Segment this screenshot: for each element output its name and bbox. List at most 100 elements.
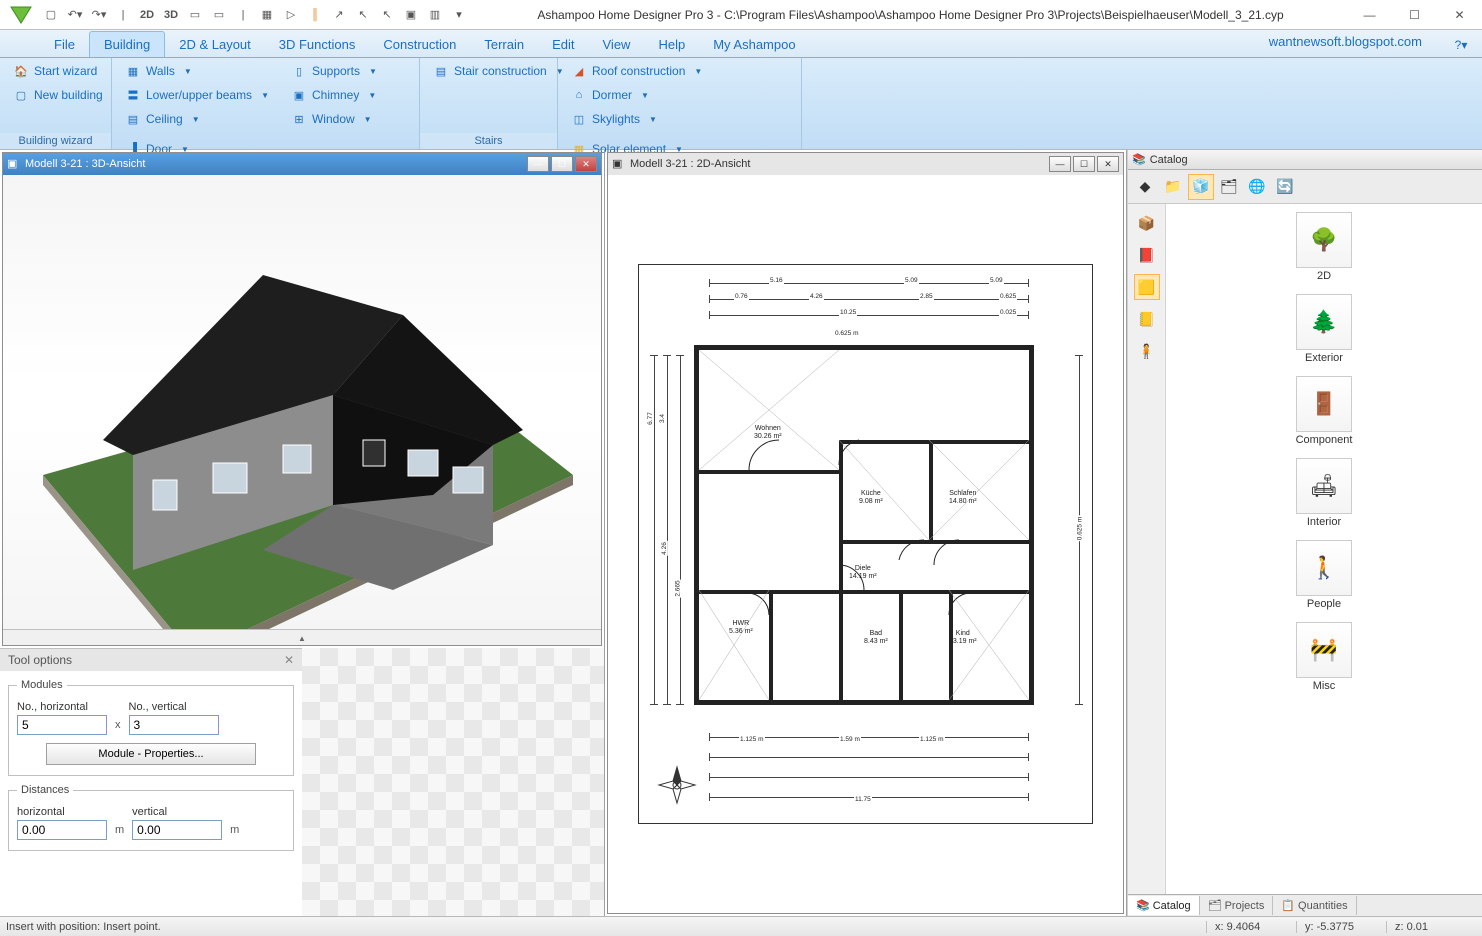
tab-edit[interactable]: Edit (538, 32, 588, 57)
catalog-side-0-icon[interactable]: 📦 (1134, 210, 1160, 236)
catalog-item-people[interactable]: 🚶People (1279, 540, 1369, 610)
catalog-item-exterior[interactable]: 🌲Exterior (1279, 294, 1369, 364)
graph-icon[interactable]: ↗ (328, 4, 350, 26)
compass-icon (657, 765, 697, 805)
chimney-button[interactable]: ▣Chimney▼ (284, 84, 384, 106)
catalog-item-interior[interactable]: 🛋Interior (1279, 458, 1369, 528)
tool-options-title: Tool options ✕ (0, 649, 302, 671)
view-2d-titlebar[interactable]: ▣ Modell 3-21 : 2D-Ansicht — ☐ ✕ (608, 153, 1123, 175)
catalog-tool-3-icon[interactable]: 🗂 (1216, 174, 1242, 200)
stair-construction-button[interactable]: ▤Stair construction▼ (426, 60, 571, 82)
close-button[interactable]: ✕ (1437, 1, 1482, 29)
catalog-tab-catalog[interactable]: 📚 Catalog (1128, 896, 1200, 915)
catalog-item-2d[interactable]: 🌳2D (1279, 212, 1369, 282)
view-2d-icon[interactable]: 2D (136, 4, 158, 26)
subwin-close-button[interactable]: ✕ (1097, 156, 1119, 172)
home-icon: 🏠 (13, 63, 29, 79)
skylights-button[interactable]: ◫Skylights▼ (564, 108, 709, 130)
tab-file[interactable]: File (40, 32, 89, 57)
subwin-maximize-button[interactable]: ☐ (551, 156, 573, 172)
tab-my-ashampoo[interactable]: My Ashampoo (699, 32, 809, 57)
minimize-button[interactable]: — (1347, 1, 1392, 29)
catalog-item-component[interactable]: 🚪Component (1279, 376, 1369, 446)
pointer-icon[interactable]: ▷ (280, 4, 302, 26)
ribbon: 🏠Start wizard ▢New building Building wiz… (0, 58, 1482, 150)
promo-link[interactable]: wantnewsoft.blogspot.com (1269, 34, 1422, 49)
tab-help[interactable]: Help (644, 32, 699, 57)
supports-button[interactable]: ▯Supports▼ (284, 60, 384, 82)
arrow2-icon[interactable]: ↖ (352, 4, 374, 26)
tab-building[interactable]: Building (89, 31, 165, 57)
title-bar: ▢ ↶▾ ↷▾ | 2D 3D ▭ ▭ | ▦ ▷ ║ ↗ ↖ ↖ ▣ ▥ ▾ … (0, 0, 1482, 30)
ribbon-tabs: File Building 2D & Layout 3D Functions C… (0, 30, 1482, 58)
new-icon[interactable]: ▢ (40, 4, 62, 26)
view-2d-canvas[interactable]: 5.16 5.09 5.09 0.76 4.26 2.85 0.625 10.2… (608, 175, 1123, 913)
subwin-minimize-button[interactable]: — (527, 156, 549, 172)
status-bar: Insert with position: Insert point. x: 9… (0, 916, 1482, 936)
view-3d-canvas[interactable] (3, 175, 601, 629)
module-properties-button[interactable]: Module - Properties... (46, 743, 256, 765)
catalog-side-4-icon[interactable]: 🧍 (1134, 338, 1160, 364)
beam-icon: 〓 (125, 87, 141, 103)
catalog-tab-projects[interactable]: 🗂 Projects (1200, 896, 1274, 915)
mid-column: ▣ Modell 3-21 : 2D-Ansicht — ☐ ✕ 5.16 5.… (605, 150, 1127, 916)
dist-vertical-input[interactable] (132, 820, 222, 840)
box-icon[interactable]: ▣ (400, 4, 422, 26)
undo-icon[interactable]: ↶▾ (64, 4, 86, 26)
dormer-button[interactable]: ⌂Dormer▼ (564, 84, 709, 106)
separator-icon: | (112, 4, 134, 26)
beams-button[interactable]: 〓Lower/upper beams▼ (118, 84, 276, 106)
window-button[interactable]: ⊞Window▼ (284, 108, 384, 130)
redo-icon[interactable]: ↷▾ (88, 4, 110, 26)
catalog-body: 📦 📕 🟨 📒 🧍 🌳2D 🌲Exterior 🚪Component 🛋Inte… (1128, 204, 1482, 894)
no-horizontal-label: No., horizontal (17, 701, 107, 713)
roof-construction-button[interactable]: ◢Roof construction▼ (564, 60, 709, 82)
help-icon[interactable]: ?▾ (1452, 36, 1470, 54)
ceiling-button[interactable]: ▤Ceiling▼ (118, 108, 276, 130)
tab-view[interactable]: View (589, 32, 645, 57)
catalog-tab-quantities[interactable]: 📋 Quantities (1273, 896, 1356, 915)
subwin-minimize-button[interactable]: — (1049, 156, 1071, 172)
catalog-tool-5-icon[interactable]: 🔄 (1272, 174, 1298, 200)
catalog-tool-1-icon[interactable]: 📁 (1160, 174, 1186, 200)
subwin-maximize-button[interactable]: ☐ (1073, 156, 1095, 172)
catalog-tool-4-icon[interactable]: 🌐 (1244, 174, 1270, 200)
no-vertical-input[interactable] (129, 715, 219, 735)
tab-3d-functions[interactable]: 3D Functions (265, 32, 370, 57)
new-building-button[interactable]: ▢New building (6, 84, 110, 106)
no-horizontal-input[interactable] (17, 715, 107, 735)
chevron-down-icon: ▼ (649, 115, 657, 124)
panel-close-icon[interactable]: ✕ (284, 653, 294, 667)
subwin-close-button[interactable]: ✕ (575, 156, 597, 172)
view-3d-icon[interactable]: 3D (160, 4, 182, 26)
col-icon[interactable]: ▥ (424, 4, 446, 26)
chevron-down-icon: ▼ (369, 67, 377, 76)
grid-icon[interactable]: ▦ (256, 4, 278, 26)
toggle-b-icon[interactable]: ▭ (208, 4, 230, 26)
select-icon[interactable]: ↖ (376, 4, 398, 26)
dist-horizontal-input[interactable] (17, 820, 107, 840)
horizontal-scrollbar[interactable] (3, 629, 601, 645)
app-menu-icon[interactable] (4, 1, 38, 29)
group-label: Stairs (420, 133, 557, 149)
qat-more-icon[interactable]: ▾ (448, 4, 470, 26)
catalog-side-3-icon[interactable]: 📒 (1134, 306, 1160, 332)
catalog-side-1-icon[interactable]: 📕 (1134, 242, 1160, 268)
bars-icon[interactable]: ║ (304, 4, 326, 26)
catalog-item-misc[interactable]: 🚧Misc (1279, 622, 1369, 692)
view-3d-titlebar[interactable]: ▣ Modell 3-21 : 3D-Ansicht — ☐ ✕ (3, 153, 601, 175)
floorplan: 5.16 5.09 5.09 0.76 4.26 2.85 0.625 10.2… (638, 264, 1093, 824)
walls-button[interactable]: ▦Walls▼ (118, 60, 276, 82)
tab-construction[interactable]: Construction (369, 32, 470, 57)
maximize-button[interactable]: ☐ (1392, 1, 1437, 29)
toggle-a-icon[interactable]: ▭ (184, 4, 206, 26)
catalog-tool-2-icon[interactable]: 🧊 (1188, 174, 1214, 200)
chevron-down-icon: ▼ (694, 67, 702, 76)
catalog-tool-0-icon[interactable]: ◆ (1132, 174, 1158, 200)
tab-2d-layout[interactable]: 2D & Layout (165, 32, 265, 57)
catalog-side-2-icon[interactable]: 🟨 (1134, 274, 1160, 300)
status-x: x: 9.4064 (1206, 921, 1296, 933)
catalog-list[interactable]: 🌳2D 🌲Exterior 🚪Component 🛋Interior 🚶Peop… (1166, 204, 1482, 894)
start-wizard-button[interactable]: 🏠Start wizard (6, 60, 110, 82)
tab-terrain[interactable]: Terrain (470, 32, 538, 57)
